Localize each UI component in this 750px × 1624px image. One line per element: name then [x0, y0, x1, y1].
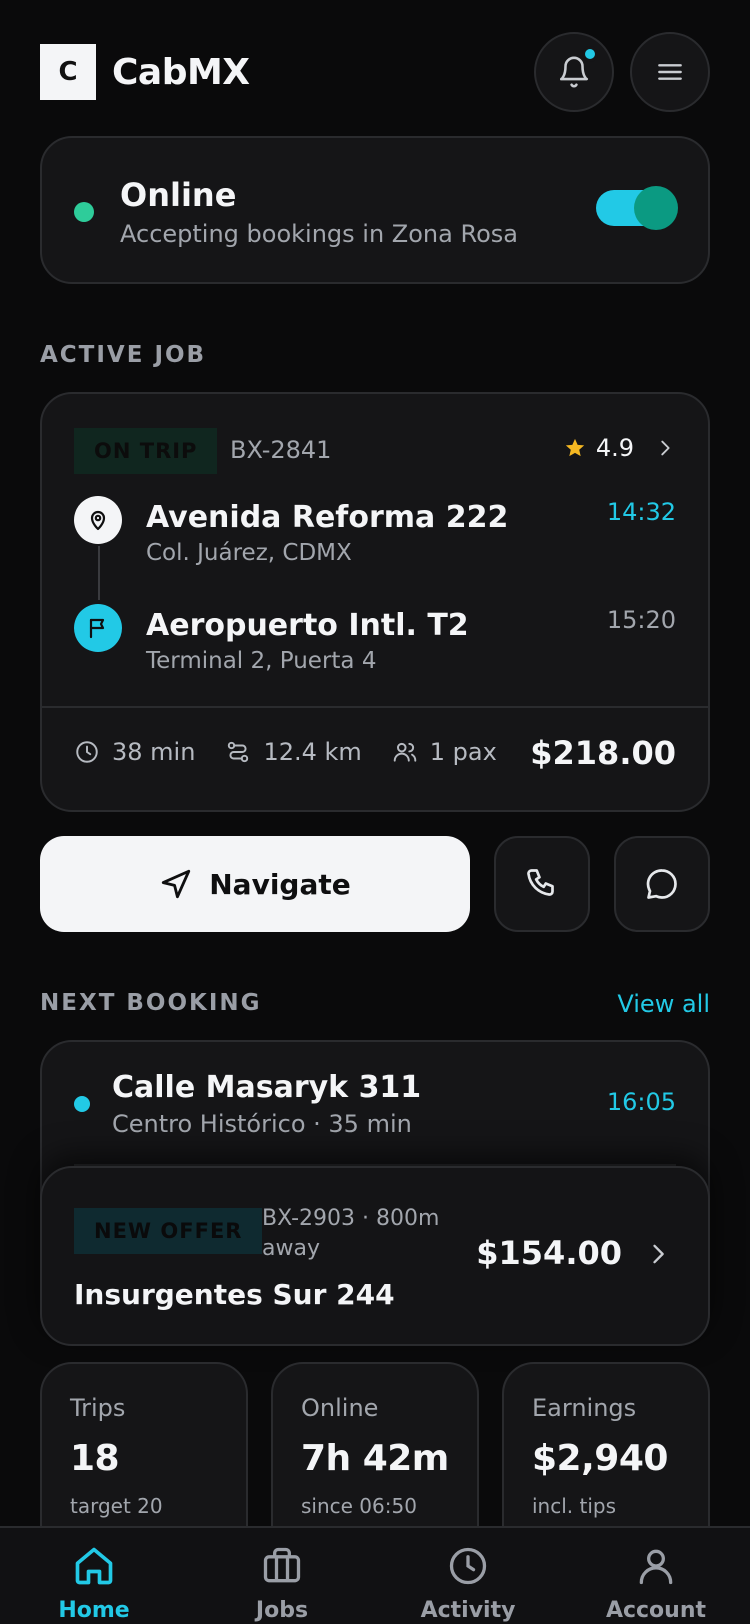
stat-value: $2,940: [532, 1438, 668, 1479]
offer-address: Insurgentes Sur 244: [74, 1278, 395, 1311]
tab-jobs[interactable]: Jobs: [212, 1528, 352, 1624]
app-logo: C: [40, 44, 96, 100]
hamburger-menu-icon: [658, 64, 682, 80]
next-booking-dot: [74, 1096, 90, 1112]
toggle-knob: [634, 186, 678, 230]
job-divider: [42, 706, 708, 708]
stat-value: 7h 42m: [301, 1438, 449, 1479]
passengers-value: 1 pax: [429, 738, 497, 766]
stat-label: Earnings: [532, 1394, 637, 1422]
stat-sub: target 20: [70, 1494, 163, 1518]
briefcase-icon: [263, 1547, 301, 1583]
new-offer-card[interactable]: NEW OFFER BX-2903 · 800m away Insurgente…: [40, 1166, 710, 1346]
online-status-card: Online Accepting bookings in Zona Rosa: [40, 136, 710, 284]
tab-label: Account: [605, 1598, 707, 1623]
app-name: CabMX: [112, 51, 250, 93]
chat-bubble-icon: [646, 869, 677, 899]
bottom-tab-bar: Home Jobs Activity Account: [0, 1526, 750, 1624]
stat-label: Online: [301, 1394, 379, 1422]
trip-status-label: ON TRIP: [94, 439, 198, 463]
pickup-pin-icon: [74, 496, 122, 544]
star-icon: [565, 438, 584, 457]
user-icon: [639, 1549, 673, 1585]
pickup-time: 14:32: [606, 498, 676, 526]
menu-button[interactable]: [630, 32, 710, 112]
tab-home[interactable]: Home: [24, 1528, 164, 1624]
dropoff-flag-icon: [74, 604, 122, 652]
offer-meta: BX-2903 · 800m away: [262, 1206, 440, 1261]
view-all-link[interactable]: View all: [617, 990, 710, 1018]
new-offer-label: NEW OFFER: [94, 1219, 243, 1243]
passengers-metric: 1 pax: [392, 738, 497, 766]
next-booking-heading: NEXT BOOKING: [40, 990, 262, 1016]
navigation-arrow-icon: [162, 869, 191, 899]
chevron-right-icon: [661, 440, 670, 456]
trip-metrics: 38 min 12.4 km 1 pax: [74, 738, 497, 766]
trip-status-badge: ON TRIP: [74, 428, 218, 474]
navigate-label: Navigate: [209, 867, 351, 901]
tab-account[interactable]: Account: [586, 1528, 726, 1624]
stat-sub: since 06:50: [301, 1494, 417, 1518]
next-booking-address: Calle Masaryk 311: [112, 1070, 422, 1105]
pickup-address: Avenida Reforma 222: [146, 500, 509, 535]
users-icon: [393, 742, 417, 762]
app-header: C CabMX: [40, 32, 710, 112]
navigate-button[interactable]: Navigate: [40, 836, 470, 932]
status-subtitle: Accepting bookings in Zona Rosa: [120, 220, 518, 248]
chevron-right-icon: [653, 1244, 664, 1264]
home-icon: [75, 1547, 113, 1585]
notification-badge: [582, 46, 598, 62]
logo-letter: C: [58, 57, 78, 87]
job-id: BX-2841: [230, 436, 332, 464]
tab-label: Home: [58, 1598, 130, 1623]
active-job-heading: ACTIVE JOB: [40, 342, 207, 368]
online-toggle[interactable]: [596, 186, 678, 230]
duration-metric: 38 min: [74, 738, 195, 766]
notifications-button[interactable]: [534, 32, 614, 112]
route-icon: [228, 741, 249, 763]
dropoff-area: Terminal 2, Puerta 4: [146, 648, 377, 674]
distance-value: 12.4 km: [263, 738, 362, 766]
duration-value: 38 min: [112, 738, 196, 766]
stat-sub: incl. tips: [532, 1494, 617, 1518]
active-job-card[interactable]: ON TRIP BX-2841 4.9 Avenida Reforma 222 …: [40, 392, 710, 812]
online-status-dot: [74, 202, 94, 222]
dropoff-address: Aeropuerto Intl. T2: [146, 608, 469, 643]
stat-value: 18: [70, 1438, 120, 1479]
route-connector: [98, 546, 100, 600]
tab-label: Activity: [420, 1598, 516, 1623]
trip-fare: $218.00: [530, 734, 676, 772]
passenger-rating[interactable]: 4.9: [564, 434, 676, 462]
stat-label: Trips: [70, 1394, 126, 1422]
dropoff-time: 15:20: [606, 606, 676, 634]
clock-icon: [449, 1547, 487, 1585]
tab-label: Jobs: [255, 1598, 309, 1623]
distance-metric: 12.4 km: [225, 738, 362, 766]
offer-fare: $154.00: [476, 1234, 622, 1272]
rating-value: 4.9: [595, 434, 634, 462]
pickup-area: Col. Juárez, CDMX: [146, 540, 352, 566]
status-title: Online: [120, 176, 237, 214]
next-booking-area: Centro Histórico · 35 min: [112, 1110, 412, 1138]
message-button[interactable]: [614, 836, 710, 932]
clock-icon: [76, 741, 98, 763]
phone-icon: [527, 869, 554, 896]
tab-activity[interactable]: Activity: [398, 1528, 538, 1624]
call-button[interactable]: [494, 836, 590, 932]
new-offer-badge: NEW OFFER: [74, 1208, 263, 1254]
next-booking-time: 16:05: [606, 1088, 676, 1116]
